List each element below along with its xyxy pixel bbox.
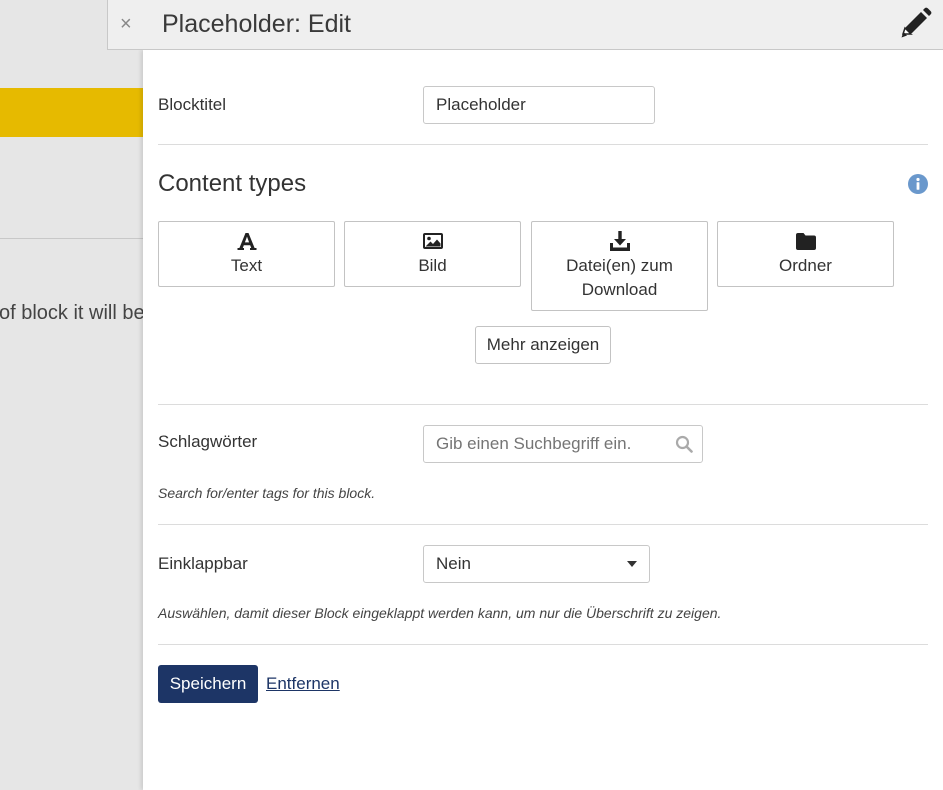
tags-help-text: Search for/enter tags for this block. bbox=[158, 485, 376, 501]
tags-label: Schlagwörter bbox=[158, 432, 258, 451]
blocktitle-input[interactable] bbox=[423, 86, 655, 124]
content-type-label: Ordner bbox=[779, 256, 832, 275]
tags-search bbox=[423, 425, 703, 463]
collapsible-help-text: Auswählen, damit dieser Block eingeklapp… bbox=[158, 605, 722, 621]
info-icon[interactable] bbox=[908, 174, 928, 194]
font-icon bbox=[237, 233, 256, 250]
collapsible-select[interactable]: Nein bbox=[423, 545, 650, 583]
content-type-label: Datei(en) zum Download bbox=[566, 256, 673, 299]
content-type-folder-button[interactable]: Ordner bbox=[717, 221, 894, 287]
show-more-button[interactable]: Mehr anzeigen bbox=[475, 326, 611, 364]
remove-link[interactable]: Entfernen bbox=[266, 674, 340, 694]
search-icon bbox=[675, 435, 693, 453]
edit-panel bbox=[143, 50, 943, 790]
pencil-icon bbox=[901, 7, 932, 38]
panel-header: × Placeholder: Edit bbox=[107, 0, 943, 50]
collapsible-label: Einklappbar bbox=[158, 554, 248, 573]
folder-icon bbox=[795, 233, 816, 250]
divider bbox=[158, 644, 928, 645]
divider bbox=[158, 404, 928, 405]
divider bbox=[158, 524, 928, 525]
background-banner bbox=[0, 88, 150, 137]
background-divider bbox=[0, 238, 150, 239]
download-icon bbox=[609, 231, 630, 251]
content-types-heading: Content types bbox=[158, 170, 307, 197]
blocktitle-label: Blocktitel bbox=[158, 95, 227, 114]
divider bbox=[158, 144, 928, 145]
close-button[interactable]: × bbox=[120, 13, 132, 35]
content-type-label: Text bbox=[230, 256, 263, 275]
image-icon bbox=[422, 233, 443, 249]
content-type-image-button[interactable]: Bild bbox=[344, 221, 521, 287]
content-type-text-button[interactable]: Text bbox=[158, 221, 335, 287]
background-text: of block it will be bbox=[0, 302, 145, 324]
save-button[interactable]: Speichern bbox=[158, 665, 258, 703]
collapsible-select-value: Nein bbox=[436, 554, 471, 573]
caret-down-icon bbox=[627, 561, 637, 567]
panel-title: Placeholder: Edit bbox=[162, 10, 352, 38]
content-type-download-button[interactable]: Datei(en) zum Download bbox=[531, 221, 708, 311]
content-type-label: Bild bbox=[418, 256, 447, 275]
tags-search-input[interactable] bbox=[423, 425, 703, 463]
